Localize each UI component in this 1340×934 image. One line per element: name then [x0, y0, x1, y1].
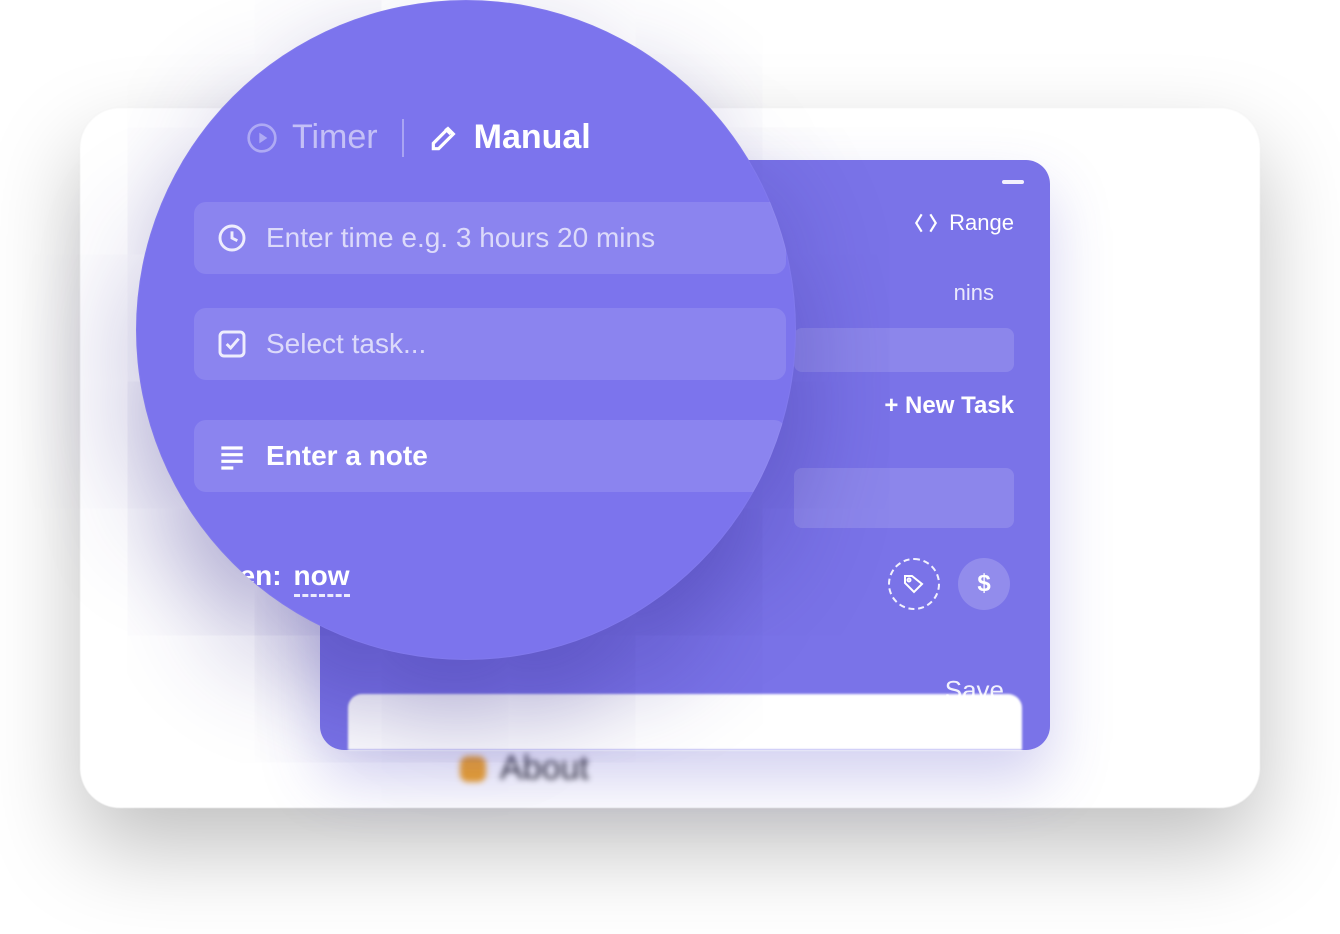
range-label: Range: [949, 210, 1014, 236]
task-select[interactable]: Select task...: [194, 308, 786, 380]
when-value[interactable]: now: [294, 560, 350, 597]
background-list-item: About: [460, 749, 589, 788]
panel-note-slot[interactable]: [794, 468, 1014, 528]
note-input[interactable]: Enter a note: [194, 420, 786, 492]
tab-timer[interactable]: Timer: [246, 118, 378, 157]
play-icon: [246, 122, 278, 154]
when-row: When: now: [196, 560, 350, 597]
when-label: When:: [196, 560, 282, 592]
task-select-placeholder: Select task...: [266, 328, 426, 360]
folder-dot-icon: [460, 756, 486, 782]
tab-timer-label: Timer: [292, 118, 378, 157]
billable-button[interactable]: $: [958, 558, 1010, 610]
range-icon: [913, 210, 939, 236]
minimize-button[interactable]: [1002, 180, 1024, 184]
tag-icon: [890, 560, 938, 608]
panel-input-slot[interactable]: [794, 328, 1014, 372]
tab-manual-label: Manual: [474, 118, 591, 157]
range-toggle[interactable]: Range: [913, 210, 1014, 236]
tab-separator: [402, 119, 404, 157]
tab-bar: Timer Manual: [246, 118, 591, 157]
dollar-icon: $: [977, 570, 990, 598]
tag-button[interactable]: [888, 558, 940, 610]
note-input-placeholder: Enter a note: [266, 440, 428, 472]
new-task-button[interactable]: + New Task: [884, 392, 1014, 420]
tab-manual[interactable]: Manual: [428, 118, 591, 157]
check-icon: [216, 328, 248, 360]
clock-icon: [216, 222, 248, 254]
edit-icon: [428, 122, 460, 154]
note-icon: [216, 440, 248, 472]
zoom-lens: Timer Manual Enter time e.g. 3 hours 20 …: [136, 0, 796, 660]
time-input[interactable]: Enter time e.g. 3 hours 20 mins: [194, 202, 786, 274]
panel-bottom-sheet: [348, 694, 1022, 750]
time-placeholder-tail: nins: [954, 280, 994, 306]
time-input-placeholder: Enter time e.g. 3 hours 20 mins: [266, 222, 655, 254]
background-item-label: About: [500, 749, 589, 788]
